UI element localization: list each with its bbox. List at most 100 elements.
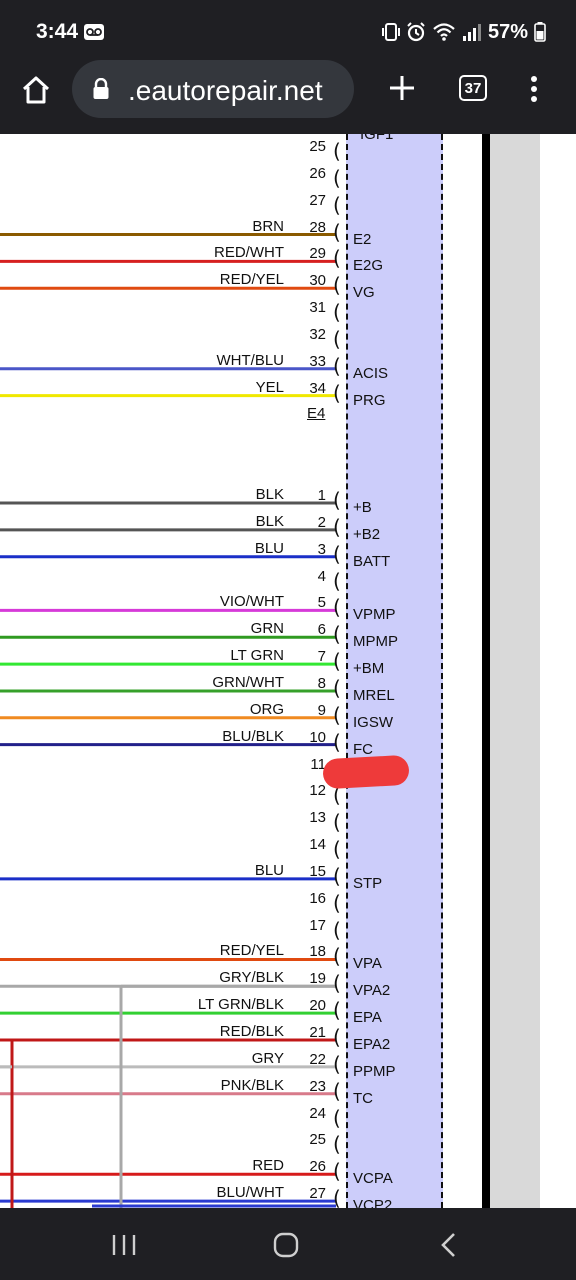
pin-row: RED/WHT 29(E2G [0, 244, 576, 274]
home-nav-icon [273, 1232, 299, 1258]
pin-terminal-symbol: ( [333, 837, 341, 862]
pin-number: 4 [317, 567, 326, 585]
pin-row: RED/BLK 21(EPA2 [0, 1023, 576, 1053]
recent-apps-button[interactable] [106, 1230, 142, 1260]
new-tab-icon [390, 76, 414, 100]
pin-row: BLU 3(BATT [0, 539, 576, 570]
pin-row: 17 ( [0, 916, 576, 943]
pin-row: 14 ( [0, 835, 576, 862]
wire-color-label: LT GRN/BLK [197, 996, 284, 1014]
pin-terminal-symbol: ( [333, 890, 341, 915]
pin-terminal-symbol: ( [333, 810, 341, 835]
pin-number: 27 [309, 1185, 326, 1203]
pin-number: 8 [317, 674, 326, 692]
navigation-bar [0, 1208, 576, 1280]
status-icons: 57% [381, 20, 546, 44]
tabs-button[interactable]: 37 [459, 75, 487, 101]
alarm-icon [407, 22, 425, 42]
pin-row: RED/YEL 18(VPA [0, 942, 576, 972]
pin-terminal-symbol: ( [333, 1078, 341, 1103]
pin-number: 3 [317, 540, 326, 558]
pin-number: 32 [309, 325, 326, 343]
pin-terminal-symbol: ( [333, 1186, 341, 1208]
pin-function-label: VCP2 [353, 1197, 393, 1208]
address-bar[interactable]: .eautorepair.net [72, 60, 354, 118]
wire-color-label: BLK [255, 486, 284, 503]
wire-color-label: GRY/BLK [219, 969, 284, 987]
wire-color-label: RED/YEL [219, 942, 284, 960]
wire-color-label: GRN [250, 620, 284, 638]
back-button[interactable] [434, 1230, 464, 1260]
pin-row: YEL 34 (PRG [0, 379, 576, 409]
wire-color-label: ORG [249, 700, 284, 718]
voicemail-icon [84, 24, 104, 40]
pin-row: BLU/WHT 27 ( VCP2 [0, 1184, 576, 1208]
pin-terminal-symbol: ( [333, 998, 341, 1023]
wire-color-label: BLU/WHT [216, 1184, 285, 1202]
pin-terminal-symbol: ( [333, 1051, 341, 1076]
wire-color-label: BLU/BLK [222, 727, 284, 745]
vibrate-icon [381, 23, 400, 41]
pin-terminal-symbol: ( [333, 541, 341, 566]
wire-color-label: RED/BLK [219, 1023, 284, 1040]
pin-row: WHT/BLU 33(ACIS [0, 351, 576, 382]
pin-row: LT GRN 7(+BM [0, 647, 576, 677]
pin-row: 24 ( [0, 1104, 576, 1131]
home-button[interactable] [18, 72, 54, 108]
pin-row: 31 ( [0, 298, 576, 325]
pin-number: 33 [309, 352, 326, 370]
pin-number: 5 [317, 594, 326, 612]
pin-row: 4( [0, 567, 576, 594]
pin-row: ORG 9(IGSW [0, 700, 576, 731]
pin-number: 1 [317, 487, 326, 504]
pin-terminal-symbol: ( [333, 353, 341, 378]
pin-row: LT GRN/BLK 20(EPA [0, 996, 576, 1026]
pin-terminal-symbol: ( [333, 1159, 341, 1184]
pin-number: 6 [317, 621, 326, 639]
pin-row: 13 ( [0, 808, 576, 835]
url-text: .eautorepair.net [128, 75, 323, 106]
wire-color-label: VIO/WHT [219, 593, 284, 611]
wire-color-label: WHT/BLU [216, 351, 285, 369]
pin-terminal-symbol: ( [333, 622, 341, 647]
pin-number: 14 [309, 836, 326, 854]
pin-number: 18 [309, 943, 326, 961]
pin-row: GRN/WHT 8(MREL [0, 673, 576, 704]
pin-terminal-symbol: ( [333, 675, 341, 700]
pin-number: 7 [317, 648, 326, 666]
menu-button[interactable] [522, 72, 546, 106]
pin-terminal-symbol: ( [333, 273, 341, 298]
pin-terminal-symbol: ( [333, 139, 341, 163]
pin-terminal-symbol: ( [333, 326, 341, 351]
wire-color-label: GRN/WHT [212, 673, 284, 691]
pin-number: 10 [309, 728, 326, 746]
pin-terminal-symbol: ( [333, 300, 341, 325]
new-tab-button[interactable] [386, 72, 418, 104]
pin-row: BLK 1(+B [0, 486, 576, 516]
pin-terminal-symbol: ( [333, 1105, 341, 1130]
pin-terminal-symbol: ( [333, 380, 341, 405]
pin-row: GRY/BLK 19(VPA2 [0, 969, 576, 999]
pin-row: 11( [0, 755, 576, 782]
pin-row: RED 26(VCPA [0, 1157, 576, 1187]
pin-number: 19 [309, 970, 326, 988]
wire-color-label: BLU [254, 539, 284, 557]
wire-color-label: BRN [252, 217, 284, 235]
pin-number: 30 [309, 272, 326, 290]
pin-function-label: PRG [353, 391, 386, 409]
pin-terminal-symbol: ( [333, 514, 341, 539]
tab-count: 37 [464, 79, 482, 97]
pin-row: GRY 22(PPMP [0, 1050, 576, 1080]
connector-id-label: E4 [307, 405, 326, 422]
wire-color-label: LT GRN [230, 647, 284, 665]
status-bar: 3:44 57% [0, 0, 576, 58]
battery-percent: 57% [487, 20, 528, 43]
pin-terminal-symbol: ( [333, 488, 341, 512]
wire-color-label: BLU [254, 861, 284, 879]
wire-color-label: BLK [255, 512, 284, 530]
home-nav-button[interactable] [270, 1230, 302, 1260]
pin-row: 26 ( [0, 164, 576, 191]
wiring-diagram: IGF1 25(26(27(BRN 28(E2 RED/WHT 29(E2G RED/Y… [0, 134, 576, 1208]
wire-color-label: PNK/BLK [220, 1076, 284, 1094]
pin-terminal-symbol: ( [333, 165, 341, 190]
